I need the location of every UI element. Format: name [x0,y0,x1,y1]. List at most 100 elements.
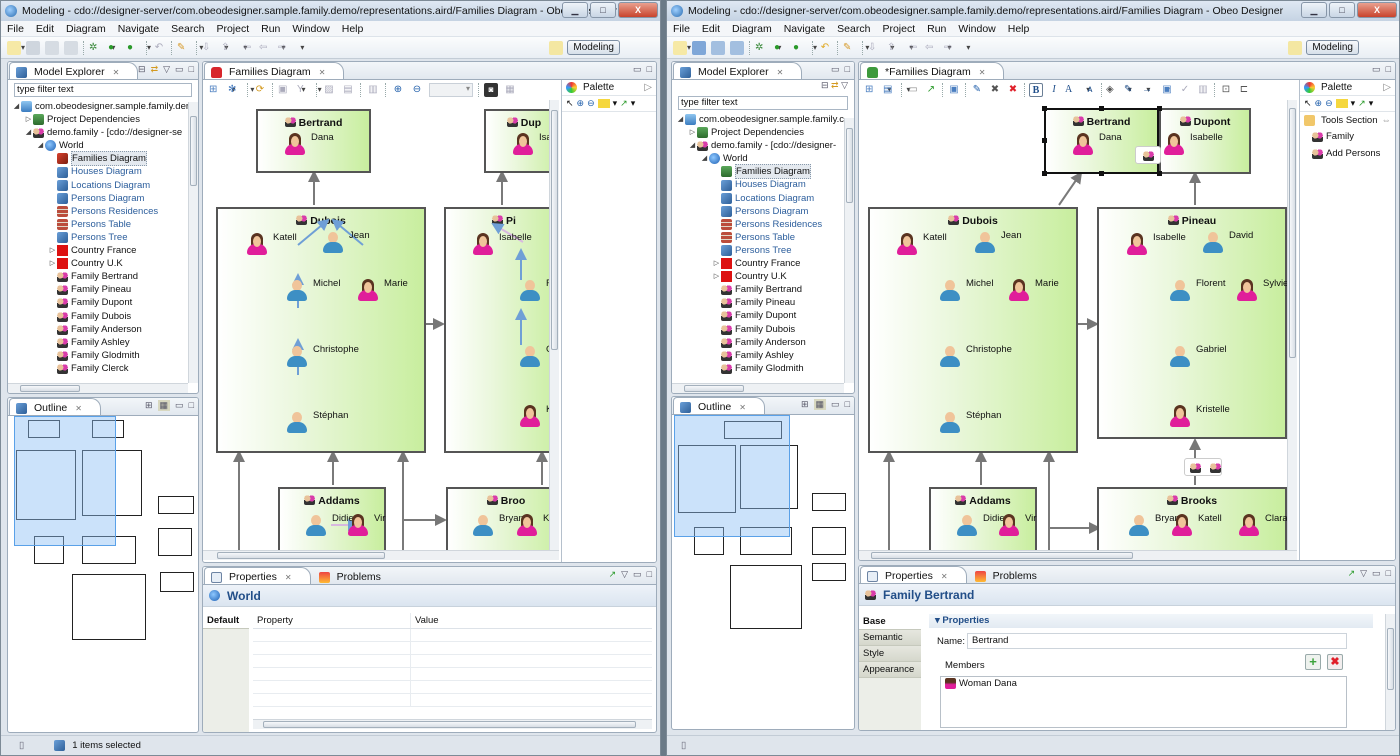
zoom-combo[interactable]: ▾ [429,83,473,97]
link-editor-icon[interactable]: ⇄ [831,80,839,90]
menu-edit[interactable]: Edit [36,23,54,35]
list-item[interactable]: Woman Dana [941,677,1346,690]
tab-families-diagram[interactable]: *Families Diagram ✕ [860,62,1005,79]
add-persons-icon[interactable] [1210,462,1221,473]
tab-base[interactable]: Base [859,614,921,630]
menu-file[interactable]: File [673,23,690,35]
run-external-icon[interactable]: ● [793,41,807,55]
tree-horizontal-scrollbar[interactable] [672,383,844,393]
tab-problems[interactable]: Problems [312,567,400,584]
menu-diagram[interactable]: Diagram [732,23,772,35]
family-node-pineau[interactable]: Pineau [1097,207,1287,439]
undo-icon[interactable]: ↶ [152,41,166,55]
close-tab-icon[interactable]: ✕ [739,403,746,412]
man-icon[interactable] [1170,346,1190,368]
remove-member-button[interactable]: ✖ [1327,654,1343,670]
tree-vertical-scrollbar[interactable] [844,118,854,383]
tab-properties[interactable]: Properties ✕ [204,567,311,584]
tree-item[interactable]: Houses Diagram [676,178,854,191]
close-tab-icon[interactable]: ✕ [941,572,948,581]
delete-from-model-icon[interactable]: ✖ [1006,83,1020,97]
collapsed-arrow-icon[interactable]: ▷ [688,126,697,139]
close-button[interactable]: X [1357,2,1397,18]
menu-project[interactable]: Project [216,23,249,35]
edge-right[interactable] [1048,522,1101,550]
back-icon[interactable]: ⇦ [925,41,939,55]
collapsed-arrow-icon[interactable]: ▷ [48,257,57,270]
minimize-button[interactable]: ▁ [562,2,588,18]
undo-icon[interactable]: ↶ [818,41,832,55]
expanded-arrow-icon[interactable]: ◢ [676,113,685,126]
perspective-modeling-button[interactable]: Modeling [1306,40,1359,55]
arrange-icon[interactable]: ▤ [883,83,897,97]
zoom-in-tool-icon[interactable]: ⊕ [1315,98,1323,109]
tab-semantic[interactable]: Semantic [859,630,921,646]
tree-item[interactable]: ▷ Project Dependencies [676,126,854,139]
select-tool-icon[interactable]: ↖ [566,98,574,109]
menu-diagram[interactable]: Diagram [66,23,106,35]
tree-item[interactable]: Family Dupont [12,296,198,309]
prev-annotation-icon[interactable]: ⇧ [221,41,235,55]
man-icon[interactable] [957,515,977,537]
tools-icon[interactable]: ✎ [177,41,191,55]
tab-appearance[interactable]: Appearance [859,662,921,678]
bold-button[interactable]: B [1029,83,1043,97]
tree-item[interactable]: Locations Diagram [676,192,854,205]
new-icon[interactable] [7,40,21,55]
zoom-out-tool-icon[interactable]: ⊖ [1325,98,1333,109]
tree-item[interactable]: Persons Diagram [12,192,198,205]
close-tab-icon[interactable]: ✕ [777,68,784,77]
view-menu-icon[interactable]: ▽ [621,569,628,580]
woman-icon[interactable] [517,514,537,537]
maximize-view-icon[interactable]: □ [647,64,652,75]
print-icon[interactable] [730,40,744,55]
diagram-canvas[interactable]: Bertrand Dana Dup Isab Dubois Pi Addams Broo Kat… [203,100,549,550]
open-perspective-icon[interactable] [1288,40,1303,55]
close-button[interactable]: X [618,2,658,18]
outline-overview[interactable] [674,415,852,629]
dubois-to-bertrand-edge[interactable] [1058,171,1083,206]
minimize-view-icon[interactable]: ▭ [831,64,840,75]
properties-section-header[interactable]: ▾ Properties [929,614,1373,628]
tab-properties[interactable]: Properties ✕ [860,566,967,583]
woman-icon[interactable] [1170,405,1190,428]
column-value[interactable]: Value [411,613,439,628]
menu-run[interactable]: Run [927,23,946,35]
name-input[interactable]: Bertrand [967,633,1347,649]
maximize-view-icon[interactable]: □ [647,569,652,580]
woman-icon[interactable] [1164,133,1184,156]
close-tab-icon[interactable]: ✕ [113,68,120,77]
refresh-icon[interactable]: ▣ [947,83,961,97]
tree-item[interactable]: ◢ com.obeodesigner.sample.family.c [676,113,854,126]
menu-window[interactable]: Window [958,23,995,35]
perspective-modeling-button[interactable]: Modeling [567,40,620,55]
tree-item[interactable]: ◢ demo.family - [cdo://designer-se [12,126,198,139]
menu-search[interactable]: Search [837,23,870,35]
tab-style[interactable]: Style [859,646,921,662]
expanded-arrow-icon[interactable]: ◢ [12,100,21,113]
tree-item[interactable]: Family Dubois [12,310,198,323]
selection-handle[interactable] [1099,171,1104,176]
selection-handle[interactable] [1042,138,1047,143]
select-all-icon[interactable]: ⊞ [209,83,223,97]
diagram-vertical-scrollbar[interactable] [549,100,559,550]
expanded-arrow-icon[interactable]: ◢ [700,152,709,165]
view-menu-icon[interactable]: ▽ [1360,568,1367,579]
last-edit-icon[interactable]: ⇦ [240,41,254,55]
prev-annotation-icon[interactable]: ⇧ [887,41,901,55]
minimize-view-icon[interactable]: ▭ [633,569,642,580]
selection-handle[interactable] [1157,171,1162,176]
man-icon[interactable] [940,346,960,368]
creation-popup[interactable] [1184,458,1222,476]
link-editor-icon[interactable]: ⇄ [151,64,159,75]
woman-icon[interactable] [513,133,533,156]
unpin-icon[interactable]: ↗ [924,83,938,97]
note-attachment-tool-icon[interactable]: ↗ [1358,98,1366,109]
collapsed-arrow-icon[interactable]: ▷ [24,113,33,126]
pin-icon[interactable]: ▨ [322,83,336,97]
tree-horizontal-scrollbar[interactable] [8,383,188,393]
woman-icon[interactable] [1127,233,1147,256]
note-tool-icon[interactable] [1335,99,1348,108]
diagram-canvas[interactable]: Bertrand Dana Dupont Isabelle Dubois Pineau Ad… [859,100,1287,550]
tree-item[interactable]: Persons Table [676,231,854,244]
